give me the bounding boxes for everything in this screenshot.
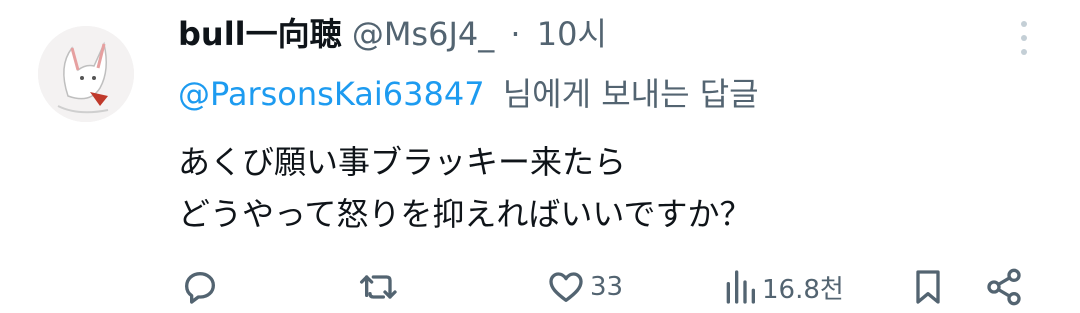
reply-suffix-label: 님에게 보내는 답글	[502, 75, 759, 113]
like-button[interactable]: 33	[546, 263, 623, 311]
reply-context: @ParsonsKai63847 님에게 보내는 답글	[178, 70, 759, 118]
more-options-button[interactable]	[1012, 18, 1036, 58]
retweet-icon	[359, 275, 397, 299]
views-icon	[726, 270, 755, 304]
reply-icon	[185, 272, 215, 304]
tweet-text: あくび願い事ブラッキー来たら どうやって怒りを抑えればいいですか？	[178, 136, 751, 240]
bookmark-button[interactable]	[908, 263, 948, 311]
like-count: 33	[590, 272, 624, 302]
more-vertical-icon	[1021, 21, 1027, 55]
views-count: 16.8천	[762, 274, 844, 305]
retweet-button[interactable]	[358, 263, 402, 311]
avatar-illustration	[38, 26, 134, 122]
action-bar: 33 16.8천	[0, 263, 1080, 313]
views-button[interactable]: 16.8천	[722, 263, 844, 311]
share-button[interactable]	[984, 263, 1024, 311]
tweet-header: bull一向聴 @Ms6J4_ · 10시	[178, 10, 607, 58]
bookmark-icon	[916, 270, 940, 304]
avatar[interactable]	[38, 26, 134, 122]
reply-button[interactable]	[180, 263, 220, 311]
user-handle[interactable]: @Ms6J4_	[352, 15, 494, 53]
separator-dot: ·	[510, 15, 521, 53]
reply-to-mention[interactable]: @ParsonsKai63847	[178, 75, 485, 113]
heart-icon	[549, 272, 583, 302]
tweet-text-line: どうやって怒りを抑えればいいですか？	[178, 195, 752, 233]
share-icon	[987, 268, 1021, 306]
timestamp[interactable]: 10시	[537, 15, 607, 53]
tweet-text-line: あくび願い事ブラッキー来たら	[178, 143, 627, 181]
display-name[interactable]: bull一向聴	[178, 15, 342, 53]
